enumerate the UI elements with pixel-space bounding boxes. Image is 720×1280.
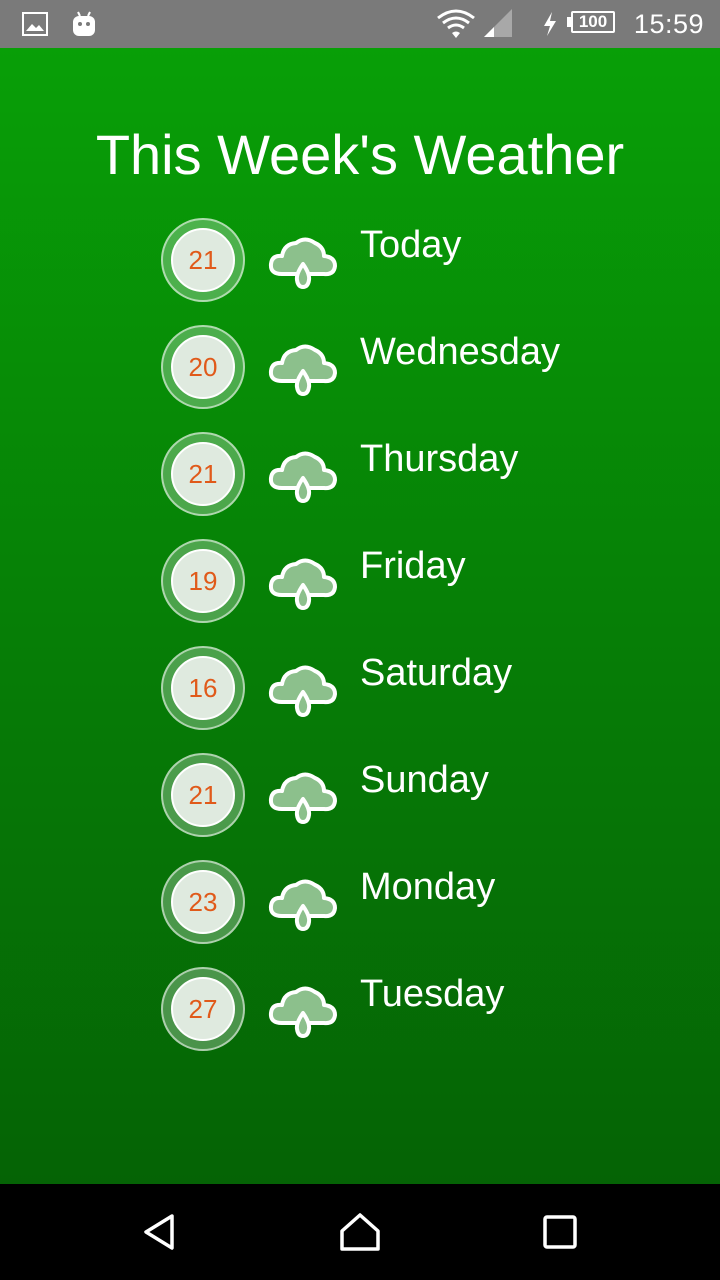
main-content: This Week's Weather 21 Today 20 Wednesday 21… xyxy=(0,48,720,1184)
rain-cloud-icon xyxy=(268,555,338,611)
day-row[interactable]: 27 Tuesday xyxy=(0,967,720,1074)
temperature-value: 16 xyxy=(171,656,235,720)
day-label: Today xyxy=(360,224,462,266)
day-label: Sunday xyxy=(360,759,489,801)
home-icon xyxy=(340,1213,380,1251)
android-icon xyxy=(72,0,96,48)
page-title: This Week's Weather xyxy=(95,123,625,186)
gallery-icon xyxy=(22,0,48,48)
temperature-badge: 20 xyxy=(161,325,245,409)
temperature-badge: 27 xyxy=(161,967,245,1051)
temperature-value: 20 xyxy=(171,335,235,399)
temperature-badge: 19 xyxy=(161,539,245,623)
temperature-value: 21 xyxy=(171,228,235,292)
day-row[interactable]: 16 Saturday xyxy=(0,646,720,753)
rain-cloud-icon xyxy=(268,662,338,718)
status-time: 15:59 xyxy=(633,9,704,39)
temperature-value: 23 xyxy=(171,870,235,934)
day-row[interactable]: 20 Wednesday xyxy=(0,325,720,432)
temperature-badge: 21 xyxy=(161,218,245,302)
day-label: Thursday xyxy=(360,438,519,480)
charging-icon xyxy=(542,0,558,48)
wifi-icon xyxy=(436,0,476,48)
rain-cloud-icon xyxy=(268,769,338,825)
day-label: Tuesday xyxy=(360,973,505,1015)
temperature-value: 19 xyxy=(171,549,235,613)
rain-cloud-icon xyxy=(268,341,338,397)
back-button[interactable] xyxy=(112,1184,208,1280)
day-row[interactable]: 23 Monday xyxy=(0,860,720,967)
navigation-bar xyxy=(0,1184,720,1280)
status-bar: 100 15:59 xyxy=(0,0,720,48)
temperature-badge: 21 xyxy=(161,432,245,516)
day-row[interactable]: 19 Friday xyxy=(0,539,720,646)
temperature-value: 21 xyxy=(171,442,235,506)
day-label: Wednesday xyxy=(360,331,560,373)
rain-cloud-icon xyxy=(268,876,338,932)
rain-cloud-icon xyxy=(268,234,338,290)
temperature-badge: 23 xyxy=(161,860,245,944)
home-button[interactable] xyxy=(312,1184,408,1280)
temperature-value: 27 xyxy=(171,977,235,1041)
signal-icon xyxy=(482,0,514,48)
day-label: Monday xyxy=(360,866,496,908)
day-label: Saturday xyxy=(360,652,513,694)
battery-icon: 100 xyxy=(567,11,617,35)
day-label: Friday xyxy=(360,545,466,587)
temperature-value: 21 xyxy=(171,763,235,827)
battery-level: 100 xyxy=(571,11,615,33)
day-row[interactable]: 21 Sunday xyxy=(0,753,720,860)
recents-icon xyxy=(543,1215,577,1249)
back-icon xyxy=(144,1214,174,1250)
rain-cloud-icon xyxy=(268,448,338,504)
day-row[interactable]: 21 Today xyxy=(0,218,720,325)
rain-cloud-icon xyxy=(268,983,338,1039)
temperature-badge: 16 xyxy=(161,646,245,730)
recents-button[interactable] xyxy=(512,1184,608,1280)
temperature-badge: 21 xyxy=(161,753,245,837)
day-row[interactable]: 21 Thursday xyxy=(0,432,720,539)
